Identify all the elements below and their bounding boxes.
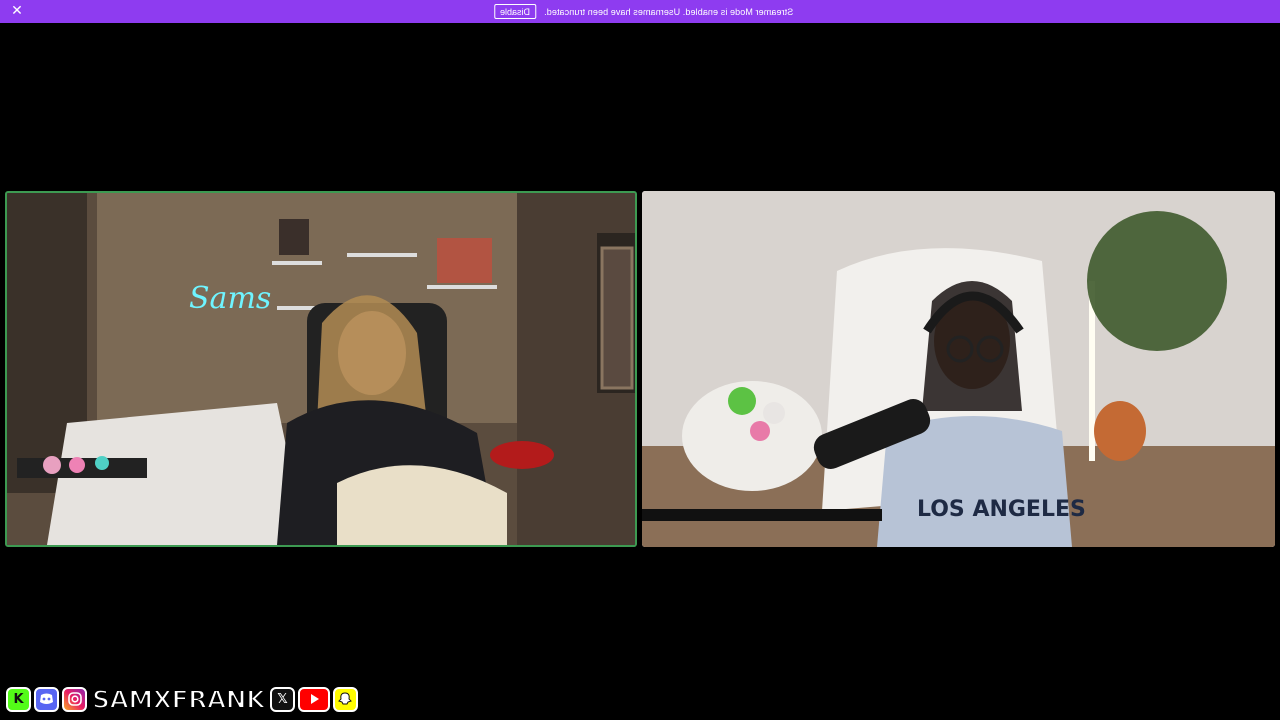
disable-button[interactable]: Disable bbox=[494, 4, 537, 19]
right-camera-feed: LOS ANGELES bbox=[642, 191, 1275, 547]
neon-sign: Sams bbox=[189, 281, 271, 316]
social-links-bar: K SAMXFRANK 𝕏 bbox=[6, 683, 358, 715]
youtube-icon[interactable] bbox=[297, 686, 330, 712]
snapchat-icon[interactable] bbox=[332, 686, 358, 712]
instagram-icon[interactable] bbox=[62, 686, 87, 712]
streamer-mode-banner: ✕ Streamer Mode is enabled. Usernames ha… bbox=[0, 0, 1280, 23]
kick-icon[interactable]: K bbox=[6, 686, 31, 712]
left-camera-feed: Sams bbox=[5, 191, 637, 547]
close-icon[interactable]: ✕ bbox=[9, 3, 25, 19]
banner-content: Streamer Mode is enabled. Usernames have… bbox=[494, 4, 794, 19]
banner-message: Streamer Mode is enabled. Usernames have… bbox=[544, 6, 794, 17]
social-handle: SAMXFRANK bbox=[91, 684, 266, 715]
left-room-scene: Sams bbox=[7, 193, 635, 545]
svg-text:LOS ANGELES: LOS ANGELES bbox=[917, 497, 1086, 522]
right-room-scene: LOS ANGELES bbox=[642, 191, 1275, 547]
x-icon[interactable]: 𝕏 bbox=[269, 686, 295, 712]
discord-icon[interactable] bbox=[34, 686, 59, 712]
